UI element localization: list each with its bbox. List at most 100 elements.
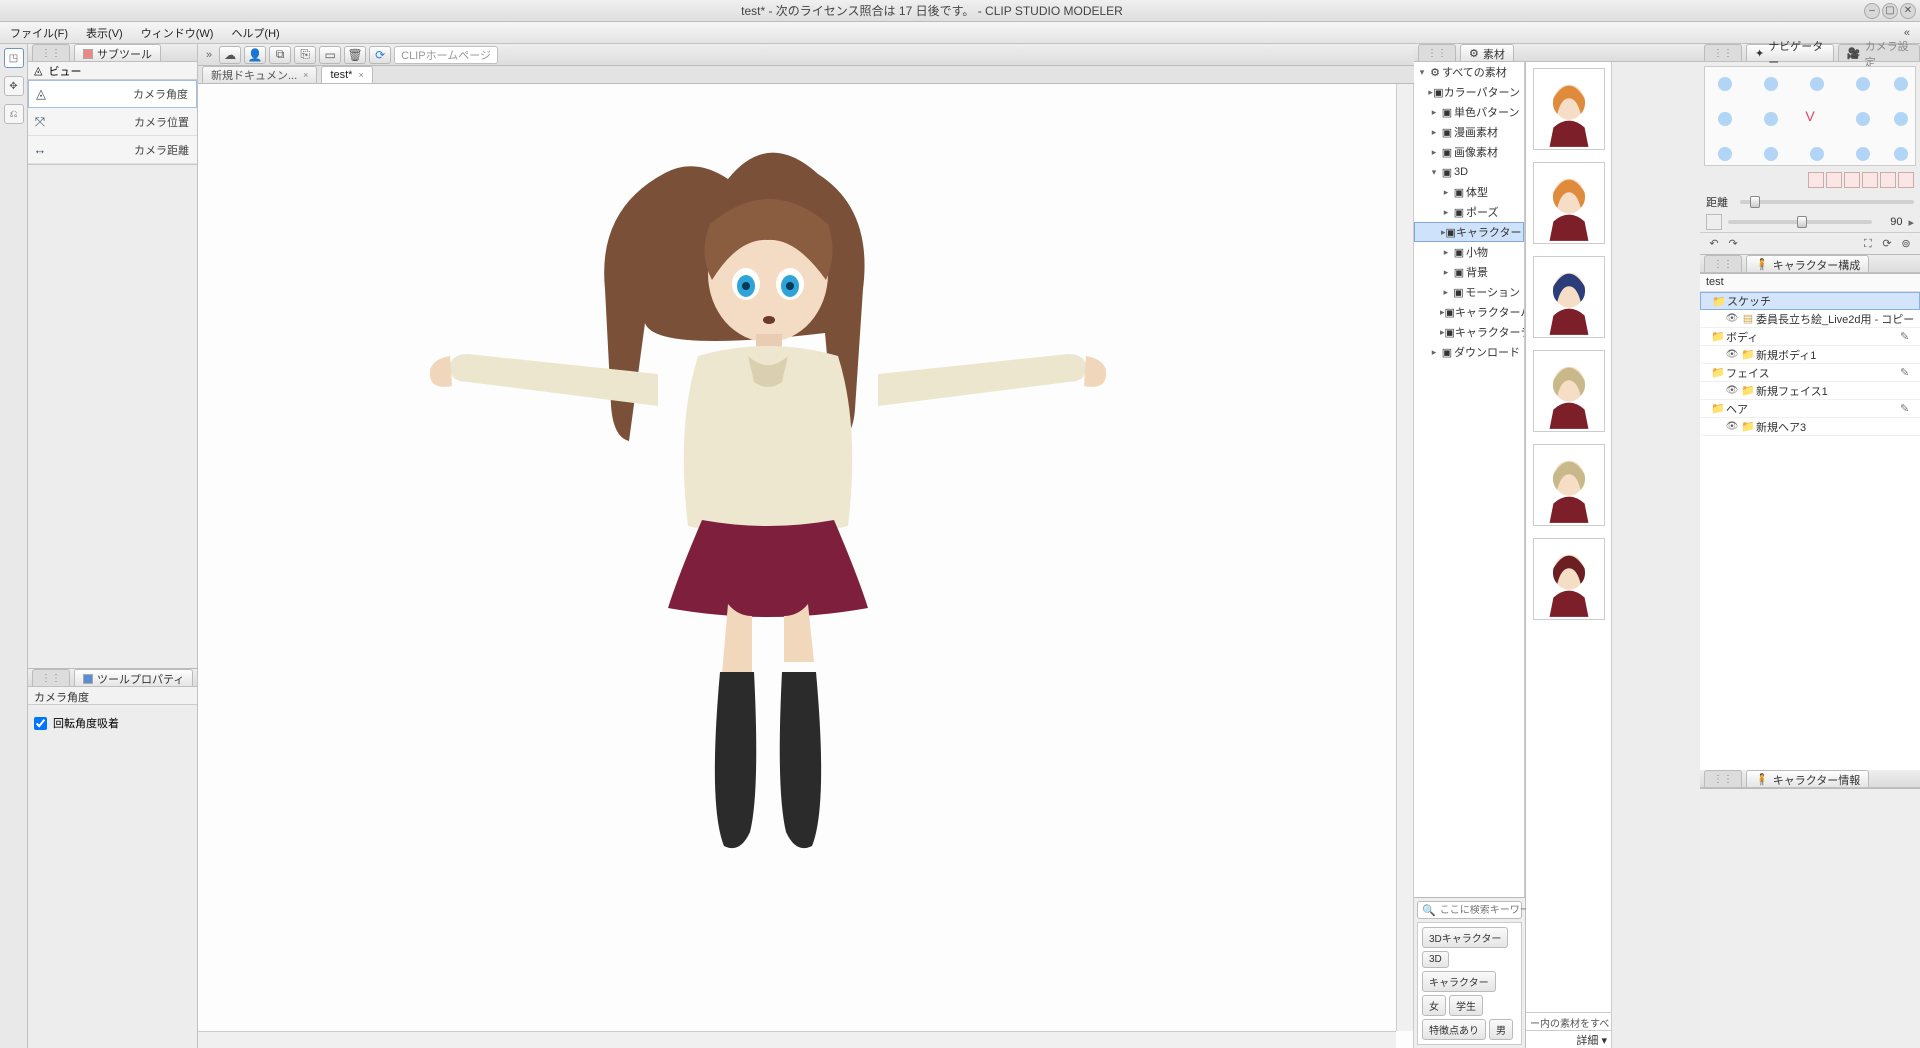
material-node[interactable]: ▾▣3D (1414, 162, 1524, 182)
thumbs-detail[interactable]: 詳細 ▾ (1526, 1030, 1611, 1048)
close-icon[interactable]: ✕ (1900, 3, 1916, 19)
tab-material[interactable]: ⚙素材 (1460, 44, 1514, 61)
view-cube-icon[interactable] (1862, 172, 1878, 188)
visibility-icon[interactable]: 👁 (1724, 421, 1740, 432)
navigator-preview[interactable]: V (1704, 66, 1916, 166)
grip-icon[interactable]: ⋮⋮ (1704, 44, 1742, 61)
material-node[interactable]: ▸▣体型 (1414, 182, 1524, 202)
material-thumbnail[interactable] (1533, 538, 1605, 620)
material-thumbnails[interactable] (1526, 62, 1611, 1012)
tab-character-composition[interactable]: 🧍キャラクター構成 (1746, 255, 1869, 272)
grip-icon[interactable]: ⋮⋮ (1704, 255, 1742, 272)
grip-icon[interactable]: ⋮⋮ (32, 669, 70, 686)
material-thumbnail[interactable] (1533, 350, 1605, 432)
menu-help[interactable]: ヘルプ(H) (225, 23, 285, 43)
subtool-item[interactable]: ⤧カメラ位置 (28, 108, 197, 136)
undo-icon[interactable]: ↶ (1706, 235, 1722, 251)
material-tree[interactable]: ▾⚙すべての素材▸▣カラーパターン▸▣単色パターン▸▣漫画素材▸▣画像素材▾▣3… (1414, 62, 1525, 897)
view-cube-icon[interactable] (1808, 172, 1824, 188)
wand-icon[interactable]: ✎ (1900, 366, 1916, 379)
charcomp-row[interactable]: 📁フェイス✎ (1700, 364, 1920, 382)
subtool-item[interactable]: ↔カメラ距離 (28, 136, 197, 164)
angle-slider[interactable]: 90 ▸ (1700, 212, 1920, 232)
visibility-icon[interactable]: 👁 (1724, 349, 1740, 360)
grip-icon[interactable]: ⋮⋮ (1418, 44, 1456, 61)
material-thumbnail[interactable] (1533, 444, 1605, 526)
menu-view[interactable]: 表示(V) (80, 23, 129, 43)
redo-icon[interactable]: ↷ (1725, 235, 1741, 251)
tool-bone-icon[interactable]: ⎌ (4, 104, 24, 124)
tag[interactable]: 男 (1489, 1019, 1513, 1040)
menu-window[interactable]: ウィンドウ(W) (135, 23, 220, 43)
material-node[interactable]: ▸▣ダウンロード (1414, 342, 1524, 362)
material-node[interactable]: ▾⚙すべての素材 (1414, 62, 1524, 82)
tag[interactable]: 学生 (1449, 995, 1483, 1016)
viewport-scrollbar-horizontal[interactable] (198, 1031, 1396, 1048)
refresh-view-icon[interactable]: ⟳ (1879, 235, 1895, 251)
copy-icon[interactable]: ⧉ (269, 46, 291, 64)
distance-slider[interactable]: 距離 (1700, 192, 1920, 212)
material-node[interactable]: ▸▣キャラクターパーツ (1414, 302, 1524, 322)
material-thumbnail[interactable] (1533, 256, 1605, 338)
document-tab[interactable]: 新規ドキュメン...× (202, 66, 317, 83)
tag[interactable]: 3D (1422, 951, 1449, 968)
tab-camera-settings[interactable]: 🎥カメラ設定 (1838, 44, 1920, 61)
subtool-item[interactable]: ◬カメラ角度 (28, 80, 197, 108)
material-node[interactable]: ▸▣キャラクターテクス (1414, 322, 1524, 342)
tab-navigator[interactable]: ✦ナビゲーター (1746, 44, 1834, 61)
material-node[interactable]: ▸▣キャラクター (1414, 222, 1524, 242)
paste-icon[interactable]: ⎘ (294, 46, 316, 64)
material-node[interactable]: ▸▣ポーズ (1414, 202, 1524, 222)
material-node[interactable]: ▸▣漫画素材 (1414, 122, 1524, 142)
fit-icon[interactable]: ⛶ (1860, 236, 1876, 252)
material-node[interactable]: ▸▣カラーパターン (1414, 82, 1524, 102)
wand-icon[interactable]: ✎ (1900, 402, 1916, 415)
close-tab-icon[interactable]: × (303, 70, 308, 80)
charcomp-row[interactable]: 📁ヘア✎ (1700, 400, 1920, 418)
person-icon[interactable]: 👤 (244, 46, 266, 64)
material-node[interactable]: ▸▣単色パターン (1414, 102, 1524, 122)
maximize-icon[interactable]: ▢ (1882, 3, 1898, 19)
menu-file[interactable]: ファイル(F) (4, 23, 74, 43)
stepper-icon[interactable]: ▸ (1908, 216, 1914, 229)
view-cube-icon[interactable] (1898, 172, 1914, 188)
tag[interactable]: 3Dキャラクター (1422, 927, 1508, 948)
grip-icon[interactable]: ⋮⋮ (32, 44, 70, 61)
charcomp-row[interactable]: 👁▤委員長立ち絵_Live2d用 - コピー (1700, 310, 1920, 328)
charcomp-row[interactable]: 📁ボディ✎ (1700, 328, 1920, 346)
charcomp-row[interactable]: 👁📁新規フェイス1 (1700, 382, 1920, 400)
expand-left-icon[interactable]: » (202, 49, 216, 61)
close-tab-icon[interactable]: × (358, 70, 363, 80)
reset-icon[interactable]: ⊚ (1898, 235, 1914, 251)
tool-view-icon[interactable]: ◳ (4, 48, 24, 68)
trash-icon[interactable]: 🗑 (344, 46, 366, 64)
grip-icon[interactable]: ⋮⋮ (1704, 770, 1742, 787)
view-cube-icon[interactable] (1826, 172, 1842, 188)
refresh-icon[interactable]: ⟳ (369, 46, 391, 64)
tab-tool-property[interactable]: ツールプロパティ (74, 669, 193, 686)
material-node[interactable]: ▸▣小物 (1414, 242, 1524, 262)
material-thumbnail[interactable] (1533, 68, 1605, 150)
visibility-icon[interactable]: 👁 (1724, 385, 1740, 396)
rotation-snap-checkbox[interactable] (34, 717, 47, 730)
option-rotation-snap[interactable]: 回転角度吸着 (34, 715, 191, 731)
charcomp-row[interactable]: 👁📁新規ヘア3 (1700, 418, 1920, 436)
material-node[interactable]: ▸▣モーション (1414, 282, 1524, 302)
cloud-icon[interactable]: ☁ (219, 46, 241, 64)
tab-character-info[interactable]: 🧍キャラクター情報 (1746, 770, 1869, 787)
material-node[interactable]: ▸▣背景 (1414, 262, 1524, 282)
document-tab[interactable]: test*× (321, 66, 372, 83)
minimize-icon[interactable]: – (1864, 3, 1880, 19)
material-thumbnail[interactable] (1533, 162, 1605, 244)
charcomp-row[interactable]: 📁スケッチ (1700, 292, 1920, 310)
tag[interactable]: 女 (1422, 995, 1446, 1016)
charcomp-row[interactable]: 👁📁新規ボディ1 (1700, 346, 1920, 364)
material-search[interactable]: 🔍 (1417, 901, 1522, 919)
material-node[interactable]: ▸▣画像素材 (1414, 142, 1524, 162)
wand-icon[interactable]: ✎ (1900, 330, 1916, 343)
viewport-scrollbar-vertical[interactable] (1396, 84, 1413, 1031)
toolbar-search[interactable]: CLIPホームページ (394, 46, 498, 64)
tab-subtool[interactable]: サブツール (74, 44, 161, 61)
charcomp-tree[interactable]: 📁スケッチ👁▤委員長立ち絵_Live2d用 - コピー📁ボディ✎👁📁新規ボディ1… (1700, 292, 1920, 770)
view-cube-icon[interactable] (1844, 172, 1860, 188)
